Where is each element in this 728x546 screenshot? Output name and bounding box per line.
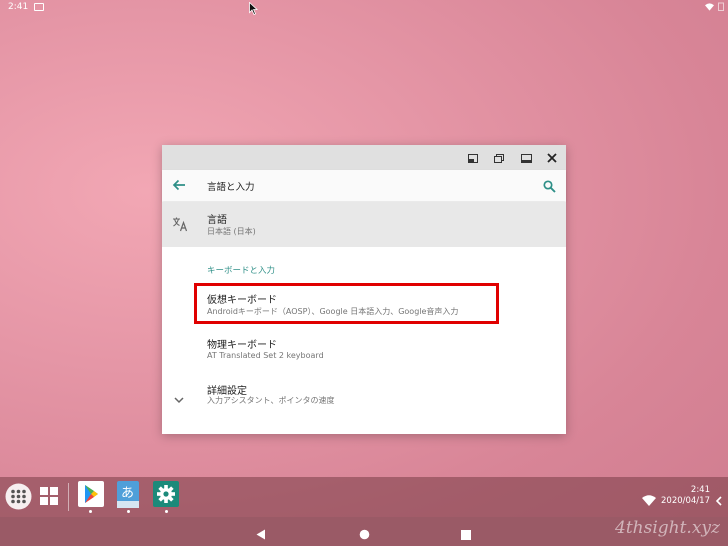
recent-apps-grid-button[interactable]	[40, 487, 58, 509]
translate-icon	[172, 216, 188, 236]
advanced-subtitle: 入力アシスタント、ポインタの速度	[207, 396, 335, 405]
watermark: 4thsight.xyz	[615, 518, 720, 538]
running-indicator	[165, 510, 168, 513]
advanced-setting[interactable]: 詳細設定 入力アシスタント、ポインタの速度	[162, 375, 566, 417]
search-icon[interactable]	[543, 178, 556, 197]
clock-time: 2:41	[690, 485, 710, 495]
page-title: 言語と入力	[207, 182, 255, 193]
home-button[interactable]	[359, 525, 370, 544]
keyboard-section-header: キーボードと入力	[207, 266, 276, 276]
language-title: 言語	[207, 215, 227, 226]
settings-window: 言語と入力 言語 日本語 (日本) キーボードと入力 仮想キーボード Andro…	[162, 145, 566, 434]
app-bar: 言語と入力	[162, 170, 566, 201]
image-notification-icon	[34, 3, 44, 11]
physical-keyboard-subtitle: AT Translated Set 2 keyboard	[207, 351, 324, 360]
window-titlebar[interactable]	[162, 145, 566, 170]
restore-button[interactable]	[490, 149, 508, 167]
language-setting[interactable]: 言語 日本語 (日本)	[162, 202, 566, 247]
settings-app-icon[interactable]	[153, 481, 179, 511]
running-indicator	[127, 510, 130, 513]
mouse-pointer-icon	[249, 0, 259, 19]
chevron-left-icon[interactable]	[715, 491, 722, 510]
close-button[interactable]	[543, 149, 561, 167]
japanese-ime-app-icon[interactable]: あ	[117, 481, 139, 512]
status-bar: 2:41	[0, 0, 728, 14]
chevron-down-icon[interactable]	[174, 389, 184, 408]
taskbar-clock[interactable]: 2:41 2020/04/17	[658, 485, 710, 507]
physical-keyboard-title: 物理キーボード	[207, 340, 277, 351]
physical-keyboard-setting[interactable]: 物理キーボード AT Translated Set 2 keyboard	[162, 329, 566, 371]
clock-date: 2020/04/17	[661, 496, 710, 506]
play-store-app-icon[interactable]	[78, 481, 104, 511]
recents-button[interactable]	[461, 525, 471, 544]
back-arrow-icon[interactable]	[172, 177, 186, 196]
virtual-keyboard-setting[interactable]: 仮想キーボード Androidキーボード（AOSP）、Google 日本語入力、…	[162, 283, 566, 325]
running-indicator	[89, 510, 92, 513]
wifi-icon	[705, 2, 714, 16]
minimize-button[interactable]	[464, 149, 482, 167]
language-subtitle: 日本語 (日本)	[207, 227, 256, 236]
maximize-button[interactable]	[517, 149, 535, 167]
ime-glyph: あ	[121, 486, 135, 501]
virtual-keyboard-subtitle: Androidキーボード（AOSP）、Google 日本語入力、Google音声…	[207, 307, 459, 316]
back-button[interactable]	[256, 525, 266, 544]
taskbar-divider	[68, 483, 69, 511]
battery-icon	[718, 2, 724, 16]
app-drawer-button[interactable]	[5, 483, 32, 514]
taskbar: あ 2:41 2020/04/17	[0, 477, 728, 517]
virtual-keyboard-title: 仮想キーボード	[207, 295, 277, 306]
wifi-icon[interactable]	[642, 491, 656, 510]
status-time: 2:41	[8, 2, 29, 12]
